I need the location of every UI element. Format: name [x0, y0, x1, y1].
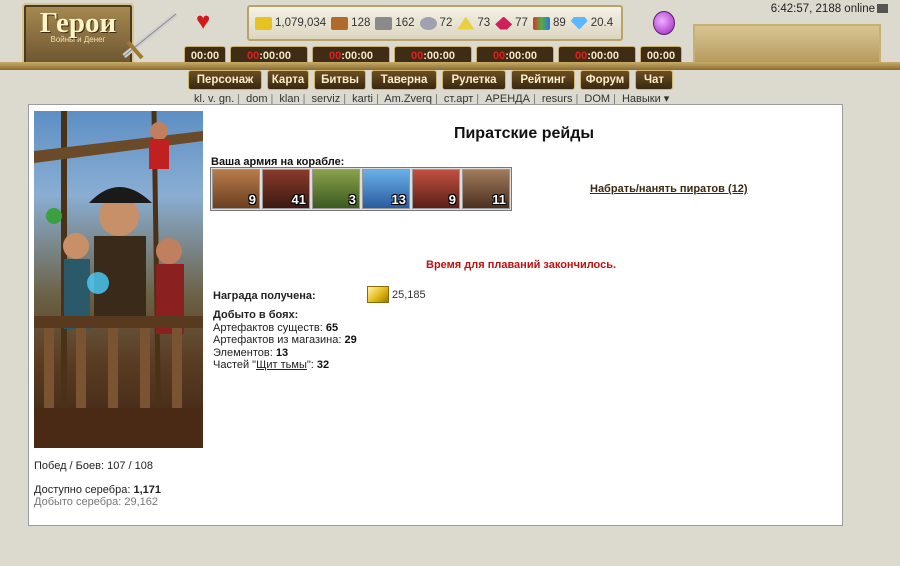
nav-roulette[interactable]: Рулетка — [442, 70, 506, 90]
page-title: Пиратские рейды — [453, 125, 595, 142]
unit-count: 13 — [391, 192, 406, 207]
loot-summary: Добыто в боях: Артефактов существ: 65 Ар… — [213, 309, 357, 372]
unit-pirate-captain[interactable]: 41 — [262, 169, 310, 209]
unit-count: 9 — [448, 192, 456, 207]
reward-value: 25,185 — [367, 286, 426, 303]
unit-buccaneer[interactable]: 11 — [462, 169, 510, 209]
nav-map[interactable]: Карта — [267, 70, 309, 90]
wood-icon — [331, 16, 349, 30]
shield-of-darkness-link[interactable]: Щит тьмы — [256, 359, 307, 371]
unit-corsair[interactable]: 9 — [412, 169, 460, 209]
player-stats: Побед / Боев: 107 / 108 Доступно серебра… — [34, 460, 161, 508]
gold-icon — [255, 16, 272, 30]
resource-diamonds: 20.4 — [570, 16, 613, 30]
sulfur-icon — [457, 16, 475, 30]
castle-banner[interactable] — [693, 24, 881, 64]
resource-ore: 162 — [375, 16, 415, 30]
unit-sea-bird[interactable]: 13 — [362, 169, 410, 209]
hire-pirates-link[interactable]: Набрать/нанять пиратов (12) — [590, 183, 748, 195]
sword-icon — [122, 12, 178, 60]
loot-shield-parts: Частей "Щит тьмы": 32 — [213, 359, 330, 372]
crystal-icon — [495, 16, 513, 30]
main-nav: Персонаж Карта Битвы Таверна Рулетка Рей… — [188, 70, 678, 90]
gold-icon — [367, 286, 389, 303]
resource-bar: 1,079,034 128 162 72 73 77 89 20.4 — [247, 5, 623, 41]
nav-forum[interactable]: Форум — [580, 70, 630, 90]
ship-army: 9 41 3 13 9 11 — [210, 167, 512, 211]
resource-mercury: 72 — [419, 16, 452, 30]
resource-gold: 1,079,034 — [255, 16, 326, 30]
nav-character[interactable]: Персонаж — [188, 70, 262, 90]
nav-tavern[interactable]: Таверна — [371, 70, 437, 90]
resource-sulfur: 73 — [457, 16, 490, 30]
nav-chat[interactable]: Чат — [635, 70, 673, 90]
top-header: Герои Войны и Денег ♥ 1,079,034 128 162 … — [0, 0, 900, 92]
nav-rating[interactable]: Рейтинг — [511, 70, 575, 90]
time-over-notice: Время для плаваний закончилось. — [426, 259, 617, 271]
resource-gems: 89 — [532, 16, 566, 30]
wins-battles: Побед / Боев: 107 / 108 — [34, 460, 153, 472]
pirates-artwork — [34, 111, 203, 448]
resource-wood: 128 — [331, 16, 370, 30]
potion-icon[interactable] — [653, 11, 675, 35]
loot-elements: Элементов: 13 — [213, 346, 289, 359]
reward-label: Награда получена: — [213, 290, 316, 302]
pirate-raids-panel: Пиратские рейды Ваша армия на корабле: 9… — [28, 104, 843, 526]
online-icon[interactable] — [877, 4, 888, 14]
nav-battles[interactable]: Битвы — [314, 70, 366, 90]
header-beam — [0, 62, 900, 70]
health-heart-icon[interactable]: ♥ — [196, 10, 210, 34]
unit-count: 11 — [492, 192, 506, 207]
mined-silver: Добыто серебра: 29,162 — [34, 496, 159, 508]
unit-lizard-warrior[interactable]: 3 — [312, 169, 360, 209]
server-clock: 6:42:57, 2188 online — [771, 3, 888, 15]
loot-creature-artifacts: Артефактов существ: 65 — [213, 321, 339, 334]
unit-count: 9 — [248, 192, 256, 207]
resource-crystal: 77 — [495, 16, 528, 30]
unit-count: 3 — [348, 192, 356, 207]
available-silver: Доступно серебра: 1,171 — [34, 484, 161, 496]
ore-icon — [375, 16, 393, 30]
gems-icon — [532, 16, 550, 30]
unit-count: 41 — [291, 192, 306, 207]
diamond-icon — [570, 16, 588, 30]
mercury-icon — [419, 16, 437, 30]
loot-title: Добыто в боях: — [213, 309, 299, 321]
unit-pirate-brawler[interactable]: 9 — [212, 169, 260, 209]
pirates-illustration — [34, 111, 203, 448]
loot-shop-artifacts: Артефактов из магазина: 29 — [213, 334, 357, 347]
